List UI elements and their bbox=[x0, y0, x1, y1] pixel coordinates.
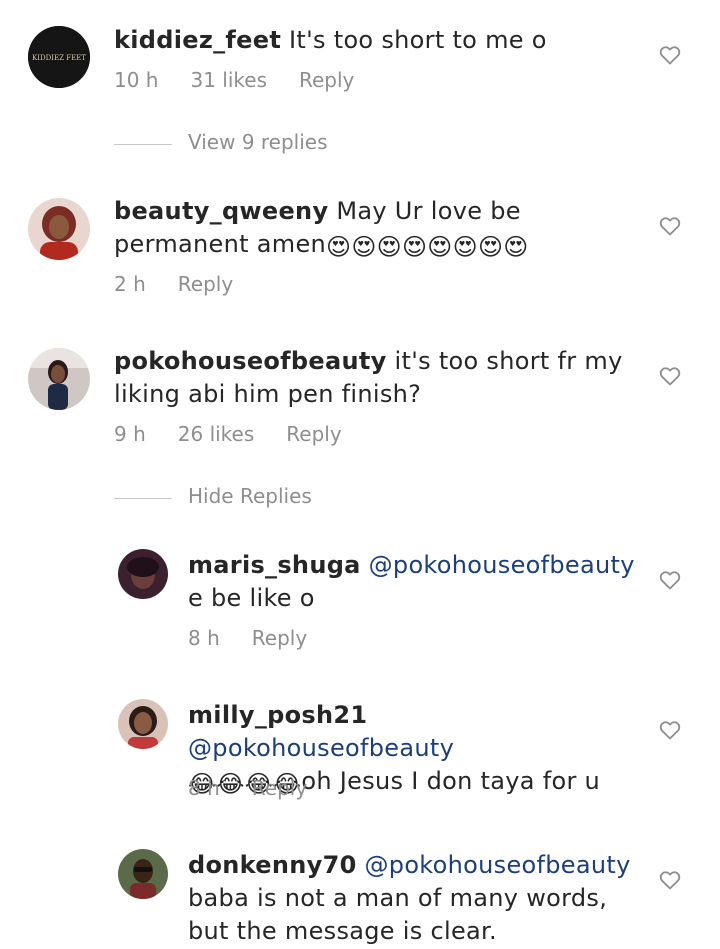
comment-time: 8 h bbox=[188, 626, 220, 650]
hide-replies-label[interactable]: Hide Replies bbox=[188, 484, 312, 508]
reply-button[interactable]: Reply bbox=[299, 68, 354, 92]
view-replies-label[interactable]: View 9 replies bbox=[188, 130, 328, 154]
comment-body: kiddiez_feet It's too short to me o bbox=[114, 24, 634, 57]
avatar[interactable] bbox=[118, 699, 168, 749]
comment-body: pokohouseofbeauty it's too short fr my l… bbox=[114, 345, 634, 411]
comment-likes[interactable]: 31 likes bbox=[190, 68, 267, 92]
reply-maris-shuga: maris_shuga @pokohouseofbeauty e be like… bbox=[0, 545, 720, 675]
comment-body: maris_shuga @pokohouseofbeauty e be like… bbox=[188, 549, 638, 615]
mention-link[interactable]: @pokohouseofbeauty bbox=[188, 734, 454, 762]
comment-text: baba is not a man of many words, but the… bbox=[188, 884, 608, 945]
avatar-logo-text: KIDDIEZ FEET bbox=[32, 54, 86, 62]
reply-donkenny70: donkenny70 @pokohouseofbeauty baba is no… bbox=[0, 845, 720, 949]
comment-username[interactable]: donkenny70 bbox=[188, 851, 357, 879]
heart-outline-icon[interactable] bbox=[658, 364, 682, 388]
avatar[interactable] bbox=[118, 549, 168, 599]
emoji-row: 😍😍😍😍😍😍😍😍 bbox=[326, 233, 529, 261]
comment-likes[interactable]: 26 likes bbox=[178, 422, 255, 446]
comment-beauty-qweeny: beauty_qweeny May Ur love be permanent a… bbox=[0, 190, 720, 320]
comment-time: 10 h bbox=[114, 68, 159, 92]
reply-button[interactable]: Reply bbox=[286, 422, 341, 446]
mention-link[interactable]: @pokohouseofbeauty bbox=[361, 551, 635, 579]
avatar[interactable] bbox=[118, 849, 168, 899]
comment-meta: 10 h 31 likes Reply bbox=[114, 68, 386, 92]
divider-line bbox=[114, 144, 172, 145]
mention-link[interactable]: @pokohouseofbeauty bbox=[357, 851, 631, 879]
heart-outline-icon[interactable] bbox=[658, 568, 682, 592]
reply-milly-posh21: milly_posh21 @pokohouseofbeauty 😂😂😂😂oh Je… bbox=[0, 695, 720, 825]
avatar[interactable] bbox=[28, 198, 90, 260]
reply-button[interactable]: Reply bbox=[252, 776, 307, 800]
heart-outline-icon[interactable] bbox=[658, 214, 682, 238]
comment-username[interactable]: milly_posh21 bbox=[188, 701, 367, 729]
comment-username[interactable]: pokohouseofbeauty bbox=[114, 347, 387, 375]
comment-meta: 9 h 26 likes Reply bbox=[114, 422, 374, 446]
comment-body: beauty_qweeny May Ur love be permanent a… bbox=[114, 195, 634, 264]
reply-button[interactable]: Reply bbox=[178, 272, 233, 296]
comment-kiddiez-feet: KIDDIEZ FEET kiddiez_feet It's too short… bbox=[0, 0, 720, 120]
comment-time: 9 h bbox=[114, 422, 146, 446]
divider-line bbox=[114, 498, 172, 499]
comment-meta: 8 h Reply bbox=[188, 776, 339, 800]
comment-meta: 8 h Reply bbox=[188, 626, 339, 650]
avatar[interactable]: KIDDIEZ FEET bbox=[28, 26, 90, 88]
heart-outline-icon[interactable] bbox=[658, 868, 682, 892]
avatar[interactable] bbox=[28, 348, 90, 410]
comment-body: donkenny70 @pokohouseofbeauty baba is no… bbox=[188, 849, 638, 948]
heart-outline-icon[interactable] bbox=[658, 43, 682, 67]
comment-time: 2 h bbox=[114, 272, 146, 296]
comment-username[interactable]: maris_shuga bbox=[188, 551, 361, 579]
comment-text: It's too short to me o bbox=[281, 26, 547, 54]
comment-username[interactable]: kiddiez_feet bbox=[114, 26, 281, 54]
comment-pokohouseofbeauty: pokohouseofbeauty it's too short fr my l… bbox=[0, 340, 720, 470]
comment-meta: 2 h Reply bbox=[114, 272, 265, 296]
comment-time: 8 h bbox=[188, 776, 220, 800]
comment-username[interactable]: beauty_qweeny bbox=[114, 197, 328, 225]
heart-outline-icon[interactable] bbox=[658, 718, 682, 742]
reply-button[interactable]: Reply bbox=[252, 626, 307, 650]
comment-text: oh Jesus I don taya for u bbox=[301, 767, 601, 795]
comment-text: e be like o bbox=[188, 584, 315, 612]
